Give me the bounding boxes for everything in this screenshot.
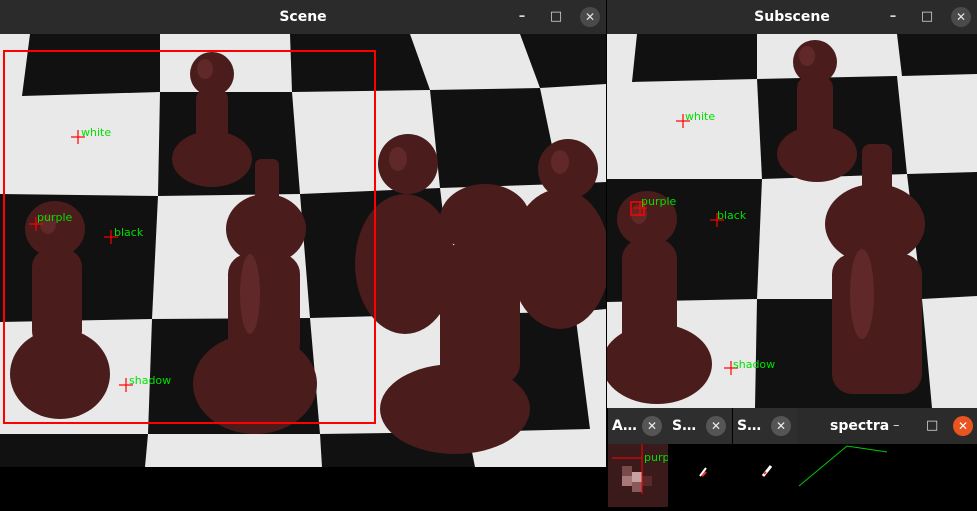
marker-label-white: white: [81, 126, 111, 139]
marker-label-black: black: [717, 209, 747, 222]
zoom-preview: purp: [608, 444, 669, 507]
window-title: S…: [672, 418, 697, 434]
spectra-plot: [798, 445, 888, 487]
subscene-titlebar[interactable]: Subscene – □ ✕: [607, 0, 977, 34]
maximize-icon[interactable]: □: [926, 408, 938, 444]
close-icon[interactable]: ✕: [580, 7, 600, 27]
subwindow-1[interactable]: S… ✕: [668, 408, 732, 507]
minimize-icon[interactable]: –: [883, 7, 903, 27]
scene-window: Scene – □ ✕ white purple black shadow: [0, 0, 606, 507]
mini-plot: [699, 467, 707, 477]
maximize-icon[interactable]: □: [917, 7, 937, 27]
scene-titlebar[interactable]: Scene – □ ✕: [0, 0, 606, 34]
scene-image[interactable]: white purple black shadow: [0, 34, 606, 507]
minimize-icon[interactable]: –: [893, 408, 900, 444]
close-icon[interactable]: ✕: [706, 416, 726, 436]
window-title: spectra: [830, 418, 890, 434]
marker-label-black: black: [114, 226, 144, 239]
subscene-image[interactable]: white purple black shadow: [607, 34, 977, 408]
subwindow-2[interactable]: S… ✕: [733, 408, 797, 507]
marker-label-shadow: shadow: [733, 358, 775, 371]
marker-label-shadow: shadow: [129, 374, 171, 387]
marker-label-purple: purple: [37, 211, 73, 224]
subscene-window: Subscene – □ ✕ white purple black shadow: [607, 0, 977, 408]
analysis-window[interactable]: A… ✕ purp: [608, 408, 669, 507]
close-icon[interactable]: ✕: [951, 7, 971, 27]
close-icon[interactable]: ✕: [642, 416, 662, 436]
close-icon[interactable]: ✕: [953, 416, 973, 436]
spectra-window[interactable]: spectra – □ ✕: [797, 408, 977, 507]
window-title: S…: [737, 418, 762, 434]
mini-plot: [761, 465, 773, 477]
close-icon[interactable]: ✕: [771, 416, 791, 436]
marker-label-purple: purple: [641, 195, 677, 208]
marker-label-white: white: [685, 110, 715, 123]
window-title: A…: [612, 418, 637, 434]
maximize-icon[interactable]: □: [546, 7, 566, 27]
minimize-icon[interactable]: –: [512, 7, 532, 27]
zoom-label: purp: [644, 451, 668, 464]
